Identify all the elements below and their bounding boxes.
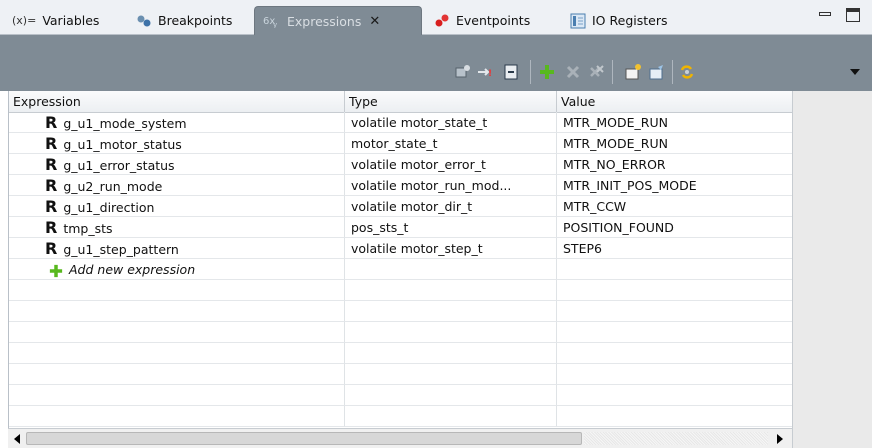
expression-name: g_u1_direction <box>63 200 155 215</box>
scrollbar-track[interactable] <box>584 432 768 445</box>
empty-row <box>9 385 793 406</box>
expressions-table: Expression Type Value Rg_u1_mode_system … <box>8 91 793 428</box>
auto-add-icon[interactable]: ! <box>476 63 494 81</box>
read-marker-icon: R <box>45 134 58 153</box>
watch-expression-icon[interactable] <box>454 63 472 81</box>
expression-value[interactable]: MTR_NO_ERROR <box>557 154 793 175</box>
expression-name: g_u1_error_status <box>63 158 175 173</box>
horizontal-scrollbar[interactable] <box>8 428 792 448</box>
tab-label: Expressions <box>287 13 362 29</box>
expression-name: g_u2_run_mode <box>63 179 163 194</box>
table-row[interactable]: Rg_u1_direction volatile motor_dir_t MTR… <box>9 196 793 217</box>
expression-value[interactable]: MTR_CCW <box>557 196 793 217</box>
tab-label: IO Registers <box>592 13 668 28</box>
maximize-icon[interactable] <box>846 8 860 22</box>
table-row[interactable]: Rg_u1_step_pattern volatile motor_step_t… <box>9 238 793 259</box>
toolbar-separator <box>612 60 613 84</box>
expression-value[interactable]: MTR_MODE_RUN <box>557 133 793 154</box>
table-row[interactable]: Rg_u1_motor_status motor_state_t MTR_MOD… <box>9 133 793 154</box>
tab-label: Breakpoints <box>158 13 233 28</box>
expression-type: pos_sts_t <box>345 217 557 238</box>
tab-expressions[interactable]: 6x y Expressions ✕ <box>254 6 422 35</box>
remove-all-expressions-icon[interactable] <box>588 63 606 81</box>
empty-row <box>9 406 793 427</box>
read-marker-icon: R <box>45 155 58 174</box>
add-expression-row[interactable]: Add new expression <box>9 259 793 280</box>
add-expression-label[interactable]: Add new expression <box>69 262 195 277</box>
table-row[interactable]: Rtmp_sts pos_sts_t POSITION_FOUND <box>9 217 793 238</box>
read-marker-icon: R <box>45 197 58 216</box>
column-header-type[interactable]: Type <box>345 91 557 112</box>
expression-name: tmp_sts <box>63 221 113 236</box>
table-row[interactable]: Rg_u1_mode_system volatile motor_state_t… <box>9 112 793 133</box>
empty-row <box>9 301 793 322</box>
svg-text:y: y <box>273 21 277 28</box>
read-marker-icon: R <box>45 239 58 258</box>
table-row[interactable]: Rg_u1_error_status volatile motor_error_… <box>9 154 793 175</box>
close-tab-icon[interactable]: ✕ <box>369 14 380 29</box>
empty-row <box>9 343 793 364</box>
expression-value[interactable]: MTR_MODE_RUN <box>557 112 793 133</box>
tab-breakpoints[interactable]: Breakpoints <box>128 6 240 35</box>
column-header-expression[interactable]: Expression <box>9 91 345 112</box>
expression-name: g_u1_mode_system <box>63 116 187 131</box>
expression-type: volatile motor_run_mod... <box>345 175 557 196</box>
tab-eventpoints[interactable]: Eventpoints <box>426 6 538 35</box>
column-header-value[interactable]: Value <box>557 91 793 112</box>
eventpoints-icon <box>435 14 449 26</box>
plus-icon <box>49 264 63 277</box>
edit-folder-icon[interactable] <box>648 63 666 81</box>
expression-type: volatile motor_dir_t <box>345 196 557 217</box>
expression-type: volatile motor_state_t <box>345 112 557 133</box>
read-marker-icon: R <box>45 176 58 195</box>
tab-variables[interactable]: (x)= Variables <box>4 6 107 35</box>
table-row[interactable]: Rg_u2_run_mode volatile motor_run_mod...… <box>9 175 793 196</box>
tab-label: Variables <box>42 13 100 28</box>
empty-row <box>9 280 793 301</box>
svg-text:!: ! <box>488 69 492 79</box>
scroll-left-icon[interactable] <box>9 431 25 446</box>
remove-expression-icon[interactable] <box>564 63 582 81</box>
new-folder-icon[interactable] <box>624 63 642 81</box>
expression-type: volatile motor_error_t <box>345 154 557 175</box>
right-panel <box>792 91 872 448</box>
view-menu-chevron-down-icon[interactable] <box>846 63 864 81</box>
variables-icon: (x)= <box>12 14 37 27</box>
minimize-icon[interactable] <box>818 8 832 22</box>
toolbar-separator <box>530 60 531 84</box>
expression-name: g_u1_motor_status <box>63 137 182 152</box>
expression-value[interactable]: STEP6 <box>557 238 793 259</box>
breakpoints-icon <box>137 15 151 26</box>
scrollbar-thumb[interactable] <box>26 432 582 445</box>
empty-row <box>9 364 793 385</box>
expression-value[interactable]: MTR_INIT_POS_MODE <box>557 175 793 196</box>
table-header: Expression Type Value <box>9 91 793 113</box>
expressions-icon: 6x y <box>263 16 277 28</box>
toolbar-separator <box>672 60 673 84</box>
expression-name: g_u1_step_pattern <box>63 242 179 257</box>
read-marker-icon: R <box>45 113 58 132</box>
read-marker-icon: R <box>45 218 58 237</box>
collapse-all-icon[interactable] <box>502 63 520 81</box>
view-tab-bar: (x)= Variables Breakpoints 6x y Expressi… <box>0 0 872 35</box>
io-registers-icon <box>570 13 586 28</box>
tab-io-registers[interactable]: IO Registers <box>562 6 675 35</box>
expression-value[interactable]: POSITION_FOUND <box>557 217 793 238</box>
refresh-icon[interactable] <box>678 63 696 81</box>
empty-row <box>9 322 793 343</box>
tab-label: Eventpoints <box>456 13 531 28</box>
scroll-right-icon[interactable] <box>772 431 788 446</box>
add-expression-toolbar-icon[interactable] <box>538 63 556 81</box>
expression-type: volatile motor_step_t <box>345 238 557 259</box>
expressions-toolbar <box>0 35 872 91</box>
expression-type: motor_state_t <box>345 133 557 154</box>
